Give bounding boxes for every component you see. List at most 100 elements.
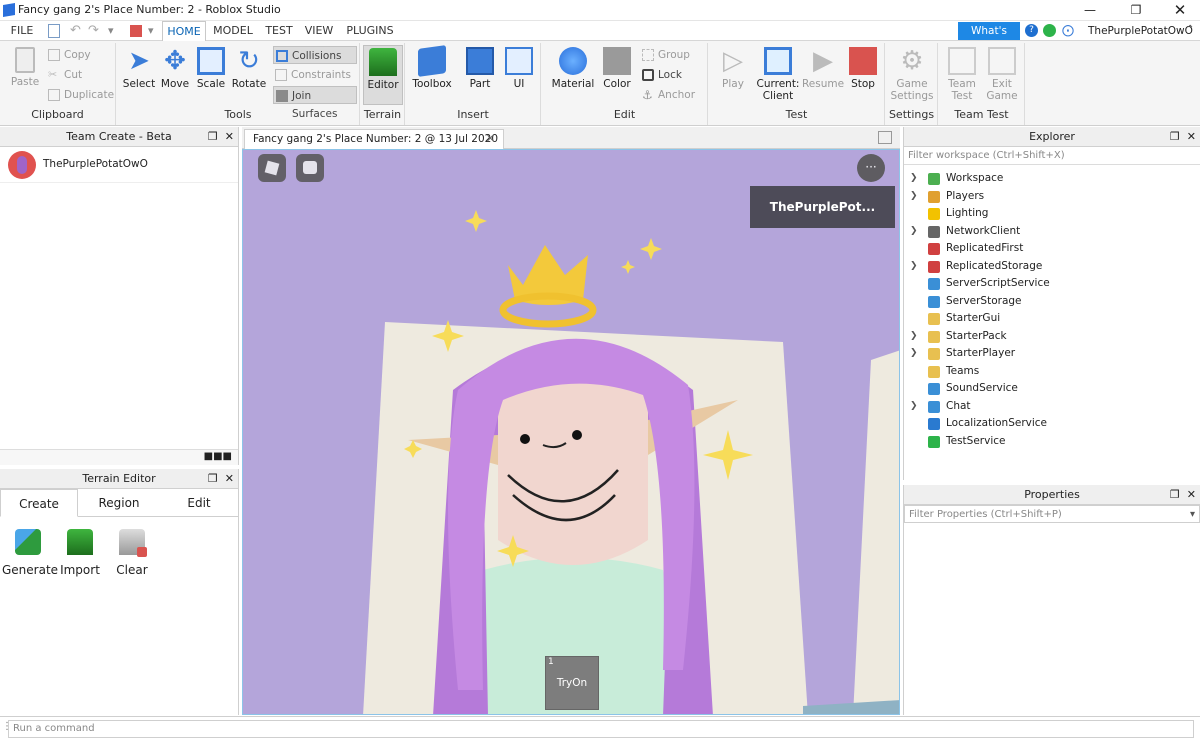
tab-home[interactable]: HOME (162, 21, 206, 41)
place-tab[interactable]: Fancy gang 2's Place Number: 2 @ 13 Jul … (244, 129, 504, 163)
expand-arrow-icon[interactable]: ❯ (910, 223, 918, 240)
explorer-item[interactable]: ❯ Chat (904, 398, 1200, 415)
minimize-button[interactable]: — (1068, 0, 1112, 21)
current-client-button[interactable]: Current: Client (755, 47, 801, 102)
explorer-item[interactable]: ❯ StarterPack (904, 328, 1200, 345)
float-panel-icon[interactable]: ❐ (1170, 130, 1180, 143)
select-button[interactable]: ➤ Select (121, 47, 157, 90)
properties-filter-input[interactable]: Filter Properties (Ctrl+Shift+P) ▾ (904, 505, 1200, 523)
quick-access-dropdown-icon[interactable]: ▾ (148, 24, 154, 37)
explorer-item[interactable]: ServerStorage (904, 293, 1200, 310)
constraints-toggle[interactable]: Constraints (273, 66, 351, 84)
stop-button[interactable]: Stop (845, 47, 881, 90)
explorer-item[interactable]: LocalizationService (904, 415, 1200, 432)
dropdown-icon[interactable]: ▾ (108, 24, 114, 37)
float-panel-icon[interactable]: ❐ (208, 472, 218, 485)
more-icon[interactable]: ■■■ (204, 451, 232, 462)
move-button[interactable]: ✥ Move (157, 47, 193, 90)
explorer-item[interactable]: ❯ Workspace (904, 170, 1200, 187)
restore-viewport-icon[interactable] (878, 131, 892, 144)
expand-arrow-icon[interactable]: ❯ (910, 188, 918, 205)
explorer-item[interactable]: ❯ Players (904, 188, 1200, 205)
whats-new-button[interactable]: What's New (958, 22, 1020, 55)
expand-arrow-icon[interactable]: ❯ (910, 398, 918, 415)
clear-tool[interactable]: Clear (106, 529, 158, 577)
explorer-filter-input[interactable]: Filter workspace (Ctrl+Shift+X) (904, 147, 1200, 165)
explorer-item[interactable]: Lighting (904, 205, 1200, 222)
explorer-item[interactable]: ServerScriptService (904, 275, 1200, 292)
game-settings-button[interactable]: ⚙ Game Settings (890, 47, 934, 102)
explorer-item[interactable]: TestService (904, 433, 1200, 450)
generate-tool[interactable]: Generate (2, 529, 58, 577)
collapse-ribbon-icon[interactable]: ⌃ (1186, 24, 1194, 35)
expand-arrow-icon[interactable]: ❯ (910, 328, 918, 345)
filter-dropdown-icon[interactable]: ▾ (1190, 506, 1195, 524)
scale-button[interactable]: Scale (193, 47, 229, 90)
group-button[interactable]: Group (640, 46, 690, 64)
command-input[interactable]: Run a command (8, 720, 1194, 738)
more-options-icon[interactable]: ··· (857, 154, 885, 182)
ui-button[interactable]: UI (502, 47, 536, 90)
explorer-item[interactable]: StarterGui (904, 310, 1200, 327)
close-panel-icon[interactable]: ✕ (225, 472, 234, 485)
explorer-item[interactable]: ❯ ReplicatedStorage (904, 258, 1200, 275)
resume-button[interactable]: ▶ Resume (801, 47, 845, 90)
team-member-row[interactable]: ThePurplePotatOwO (0, 147, 238, 183)
tab-plugins[interactable]: PLUGINS (342, 21, 398, 41)
lock-button[interactable]: Lock (640, 66, 682, 84)
new-file-icon[interactable] (48, 24, 60, 38)
file-menu[interactable]: FILE (4, 21, 40, 41)
rotate-button[interactable]: ↻ Rotate (229, 47, 269, 90)
game-viewport[interactable]: ··· ThePurplePot... 1 TryOn (242, 149, 900, 715)
duplicate-button[interactable]: Duplicate (46, 86, 114, 104)
anchor-button[interactable]: ⚓ Anchor (640, 86, 695, 104)
chat-button[interactable] (296, 154, 324, 182)
explorer-item[interactable]: ❯ StarterPlayer (904, 345, 1200, 362)
team-test-button[interactable]: Team Test (943, 47, 981, 102)
cut-button[interactable]: ✂ Cut (46, 66, 82, 84)
explorer-item[interactable]: ReplicatedFirst (904, 240, 1200, 257)
explorer-item[interactable]: Teams (904, 363, 1200, 380)
copy-button[interactable]: Copy (46, 46, 91, 64)
join-surfaces-toggle[interactable]: Join Surfaces (273, 86, 357, 120)
terrain-editor-button[interactable]: Editor (363, 45, 403, 105)
explorer-item[interactable]: ❯ NetworkClient (904, 223, 1200, 240)
expand-arrow-icon[interactable]: ❯ (910, 345, 918, 362)
exit-game-button[interactable]: Exit Game (983, 47, 1021, 102)
float-panel-icon[interactable]: ❐ (208, 130, 218, 143)
help-icon[interactable]: ? (1025, 24, 1038, 37)
expand-arrow-icon[interactable]: ❯ (910, 258, 918, 275)
close-panel-icon[interactable]: ✕ (1187, 130, 1196, 143)
toolbox-button[interactable]: Toolbox (410, 45, 454, 90)
close-panel-icon[interactable]: ✕ (1187, 488, 1196, 501)
tab-region[interactable]: Region (80, 489, 158, 517)
username-label[interactable]: ThePurplePotatOwO (1088, 25, 1193, 37)
tab-test[interactable]: TEST (262, 21, 296, 41)
tab-view[interactable]: VIEW (302, 21, 336, 41)
hotbar-slot[interactable]: 1 TryOn (545, 656, 599, 710)
close-button[interactable]: ✕ (1158, 0, 1200, 21)
part-button[interactable]: Part (460, 47, 500, 90)
expand-arrow-icon[interactable]: ❯ (910, 170, 918, 187)
tab-create[interactable]: Create (0, 489, 78, 517)
import-tool[interactable]: Import (54, 529, 106, 577)
explorer-item[interactable]: SoundService (904, 380, 1200, 397)
collisions-toggle[interactable]: Collisions (273, 46, 357, 64)
material-button[interactable]: Material (550, 47, 596, 90)
close-panel-icon[interactable]: ✕ (225, 130, 234, 143)
tab-edit[interactable]: Edit (160, 489, 238, 517)
play-button[interactable]: ▷ Play (713, 47, 753, 90)
float-panel-icon[interactable]: ❐ (1170, 488, 1180, 501)
color-button[interactable]: Color (600, 47, 634, 90)
stop-quick-icon[interactable] (130, 25, 142, 37)
share-icon[interactable]: ⨀ (1062, 23, 1074, 37)
status-icon[interactable] (1043, 24, 1056, 37)
undo-icon[interactable]: ↶ (70, 23, 81, 38)
maximize-button[interactable]: ❐ (1114, 0, 1158, 21)
player-list-entry[interactable]: ThePurplePot... (750, 186, 895, 228)
paste-button[interactable]: Paste (6, 47, 44, 88)
close-tab-icon[interactable]: ✕ (486, 130, 495, 148)
tab-model[interactable]: MODEL (210, 21, 256, 41)
roblox-menu-button[interactable] (258, 154, 286, 182)
redo-icon[interactable]: ↷ (88, 23, 99, 38)
